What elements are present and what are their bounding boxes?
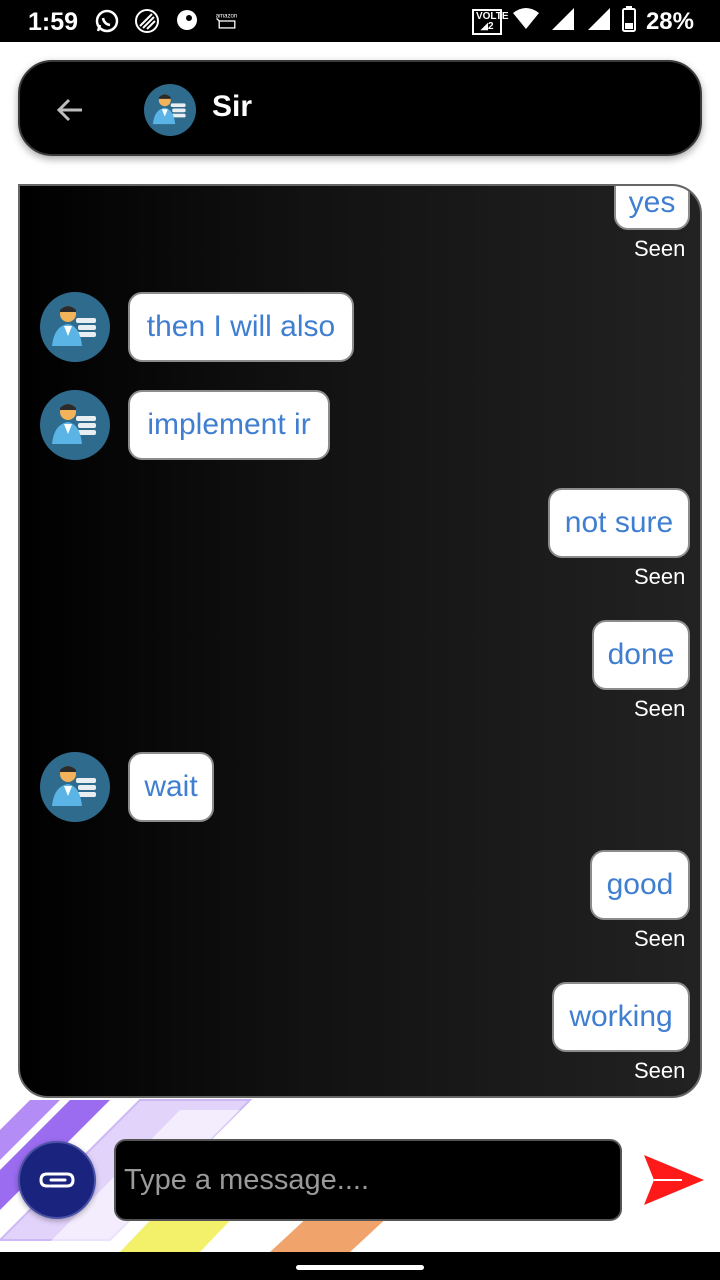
message-text: working (569, 1000, 673, 1033)
message-input[interactable] (114, 1139, 622, 1221)
seen-status: Seen (634, 236, 686, 261)
message-text: good (606, 868, 674, 901)
battery-percent: 28% (645, 7, 694, 35)
outgoing-message[interactable]: working (552, 982, 690, 1052)
outgoing-message[interactable]: yes (614, 186, 690, 230)
seen-status: Seen (634, 696, 686, 721)
system-icons: VOLTE ◢2 28% (471, 6, 694, 37)
notification-icons: amazon (94, 8, 240, 34)
signal-icon (586, 7, 612, 36)
signal-icon (550, 7, 576, 36)
message-text: yes (628, 186, 676, 219)
message-text: implement ir (147, 408, 311, 441)
back-button[interactable] (50, 90, 90, 130)
user-avatar-icon (144, 84, 196, 136)
battery-icon (621, 6, 636, 37)
whatsapp-icon (94, 8, 120, 34)
svg-text:amazon: amazon (216, 14, 238, 20)
contact-name: Sir (212, 90, 253, 123)
message-text: not sure (564, 506, 674, 539)
navigation-bar (0, 1252, 720, 1280)
chat-message-list[interactable]: yes Seen then I will also implement ir n… (18, 184, 702, 1098)
amazon-icon: amazon (214, 8, 240, 34)
incoming-message[interactable]: implement ir (128, 390, 330, 460)
arrow-left-icon (56, 98, 82, 122)
volte-badge: VOLTE ◢2 (471, 8, 509, 35)
send-button[interactable] (640, 1152, 708, 1208)
seen-status: Seen (634, 926, 686, 951)
message-text: done (607, 638, 675, 671)
status-time: 1:59 (28, 8, 79, 36)
chat-header: Sir (18, 60, 702, 156)
home-handle[interactable] (296, 1265, 424, 1270)
user-avatar-icon (40, 292, 110, 362)
send-arrow-icon (644, 1155, 704, 1205)
outgoing-message[interactable]: done (592, 620, 690, 690)
contact-avatar[interactable] (144, 84, 196, 136)
outgoing-message[interactable]: not sure (548, 488, 690, 558)
message-text: then I will also (146, 310, 336, 343)
status-bar: 1:59 amazon VOLTE ◢2 28% (0, 0, 720, 42)
paperclip-icon (39, 1172, 75, 1188)
seen-status: Seen (634, 1058, 686, 1083)
message-text: wait (144, 770, 198, 803)
chat-bubble-icon (174, 8, 200, 34)
outgoing-message[interactable]: good (590, 850, 690, 920)
wifi-icon (512, 7, 540, 36)
attach-button[interactable] (18, 1141, 96, 1219)
user-avatar-icon (40, 752, 110, 822)
swirl-icon (134, 8, 160, 34)
incoming-message[interactable]: then I will also (128, 292, 354, 362)
incoming-message[interactable]: wait (128, 752, 214, 822)
user-avatar-icon (40, 390, 110, 460)
seen-status: Seen (634, 564, 686, 589)
